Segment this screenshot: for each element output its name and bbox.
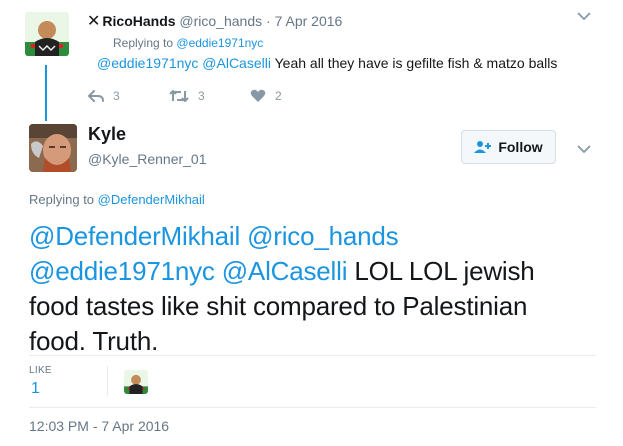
parent-more-chevron[interactable] [577, 8, 591, 26]
tweet-more-chevron[interactable] [577, 141, 591, 159]
replying-to: Replying to @DefenderMikhail [29, 192, 205, 207]
likes-label: LIKE [29, 365, 52, 376]
parent-avatar[interactable] [25, 12, 69, 56]
follow-icon [474, 141, 492, 153]
x-mark: ✕ [87, 13, 101, 30]
parent-author-name[interactable]: RicoHands [102, 13, 175, 29]
tweet-text-line3: food tastes like shit compared to Palest… [29, 291, 528, 321]
parent-dot: · [266, 13, 271, 29]
liker-avatar[interactable] [124, 370, 148, 394]
tweet-mentions-line1[interactable]: @DefenderMikhail @rico_hands [29, 221, 399, 251]
retweet-count: 3 [198, 89, 205, 103]
author-avatar[interactable] [29, 124, 77, 172]
parent-date[interactable]: 7 Apr 2016 [275, 13, 343, 29]
parent-author-handle[interactable]: @rico_hands [179, 13, 262, 29]
tweet-timestamp[interactable]: 12:03 PM - 7 Apr 2016 [29, 418, 169, 434]
tweet-text: @DefenderMikhail @rico_hands @eddie1971n… [29, 219, 609, 359]
follow-label: Follow [498, 139, 543, 155]
retweet-action[interactable]: 3 [169, 88, 250, 104]
parent-tweet-text: @eddie1971nyc @AlCaselli Yeah all they h… [97, 55, 557, 71]
replying-prefix: Replying to [29, 192, 95, 207]
tweet-text-line2: LOL LOL jewish [354, 256, 535, 286]
chevron-down-icon [577, 145, 591, 154]
stats-separator [107, 366, 108, 396]
reply-action[interactable]: 3 [88, 88, 169, 104]
tweet-text-line4: food. Truth. [29, 326, 159, 356]
heart-icon [250, 89, 266, 102]
parent-mentions[interactable]: @eddie1971nyc @AlCaselli [97, 55, 271, 71]
reply-icon [88, 90, 104, 102]
parent-replying-prefix: Replying to [113, 36, 174, 50]
author-name[interactable]: Kyle [88, 124, 126, 145]
parent-body: Yeah all they have is gefilte fish & mat… [274, 55, 558, 71]
author-handle[interactable]: @Kyle_Renner_01 [88, 151, 207, 167]
thread-line [45, 65, 47, 121]
chevron-down-icon [577, 12, 591, 21]
likes-count[interactable]: 1 [31, 380, 40, 398]
divider [29, 407, 596, 408]
parent-replying-link[interactable]: @eddie1971nyc [176, 36, 263, 50]
tweet-mentions-line2[interactable]: @eddie1971nyc @AlCaselli [29, 256, 347, 286]
parent-actions: 3 3 2 [88, 88, 282, 104]
divider [29, 355, 596, 356]
replying-to-link[interactable]: @DefenderMikhail [98, 192, 205, 207]
follow-button[interactable]: Follow [461, 130, 556, 164]
like-action[interactable]: 2 [250, 88, 282, 104]
parent-header: ✕ RicoHands @rico_hands · 7 Apr 2016 [87, 11, 342, 31]
reply-count: 3 [113, 89, 120, 103]
like-count: 2 [275, 89, 282, 103]
retweet-icon [169, 90, 189, 102]
parent-replying-to: Replying to @eddie1971nyc [113, 36, 263, 50]
